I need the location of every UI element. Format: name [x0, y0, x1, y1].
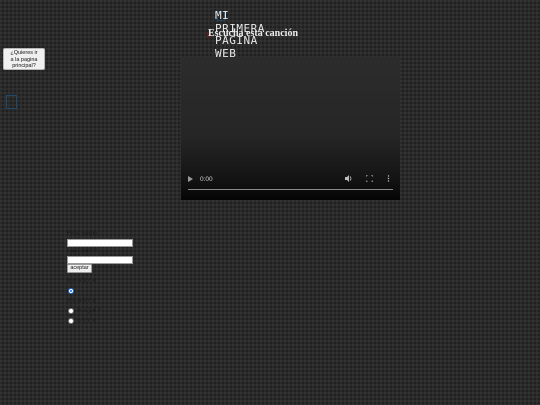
radio-label-otro: otro — [77, 316, 98, 324]
video-progress-bar[interactable] — [188, 189, 393, 190]
radio-option-otro[interactable] — [68, 318, 74, 324]
radio-label-mujer: mujer — [77, 306, 103, 314]
volume-icon[interactable] — [345, 175, 353, 184]
first-name-field[interactable] — [67, 239, 133, 247]
gender-label: hombre — [67, 296, 98, 304]
more-options-icon[interactable] — [387, 175, 390, 184]
song-label: Escucha esta canción — [208, 28, 298, 39]
radio-option-mujer[interactable] — [68, 308, 74, 314]
broken-image-icon — [6, 95, 17, 109]
radio-option-label: hombre — [67, 276, 98, 284]
submit-button[interactable]: aceptar — [67, 264, 92, 273]
fullscreen-icon[interactable] — [365, 174, 374, 184]
video-time: 0:00 — [200, 176, 213, 183]
last-name-field[interactable] — [67, 256, 133, 264]
first-name-label: First name: — [67, 230, 100, 237]
last-name-label: Last name: — [67, 247, 100, 254]
play-icon[interactable] — [188, 176, 193, 182]
radio-option-1[interactable] — [68, 288, 74, 294]
go-home-button[interactable]: ¿Quieres ir a la pagina principal? — [3, 48, 45, 70]
